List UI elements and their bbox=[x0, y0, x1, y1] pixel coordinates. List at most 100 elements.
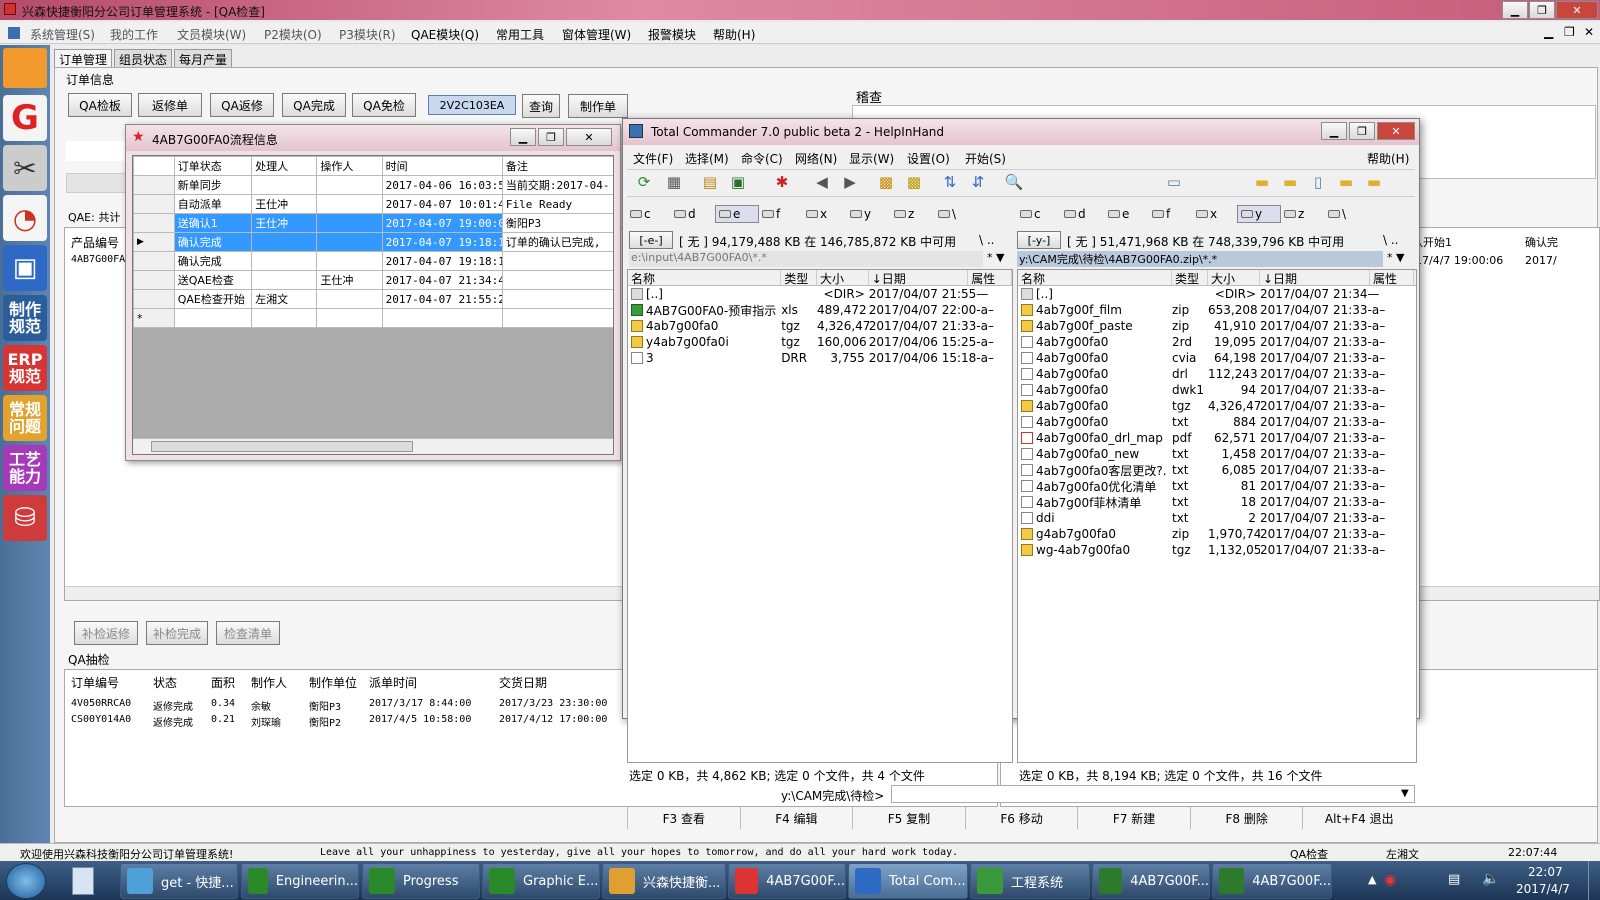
drive-button-z[interactable]: z bbox=[891, 205, 935, 223]
order-code-field[interactable]: 2V2C103EA bbox=[428, 95, 516, 115]
tab-0[interactable]: 订单管理 bbox=[54, 49, 113, 69]
show-desktop-button[interactable] bbox=[1588, 861, 1600, 900]
flow-cell[interactable]: 送确认1 bbox=[173, 213, 253, 233]
taskbar-item-7[interactable]: 工程系统 bbox=[970, 863, 1090, 899]
app-menu-icon[interactable] bbox=[8, 27, 20, 39]
file-row[interactable]: 4ab7g00fa0 2rd 19,095 2017/04/07 21:33-a– bbox=[1018, 334, 1416, 350]
file-row[interactable]: 4ab7g00fa0 cvia 64,198 2017/04/07 21:33-a– bbox=[1018, 350, 1416, 366]
unpack-icon[interactable]: ▩ bbox=[903, 173, 925, 193]
file-row[interactable]: 4ab7g00f_paste zip 41,910 2017/04/07 21:33-… bbox=[1018, 318, 1416, 334]
command-dropdown-icon[interactable]: ▼ bbox=[1401, 788, 1409, 799]
file-row[interactable]: 4ab7g00fa0 drl 112,243 2017/04/07 21:33-a– bbox=[1018, 366, 1416, 382]
drive-button-x[interactable]: x bbox=[1193, 205, 1237, 223]
flow-cell[interactable] bbox=[251, 232, 318, 252]
flow-cell[interactable]: 确认完成 bbox=[173, 251, 253, 271]
sidebar-item-1[interactable]: ERP规范 bbox=[3, 345, 47, 391]
menu-item-8[interactable]: 报警模块 bbox=[648, 26, 713, 43]
url-icon[interactable]: ⇵ bbox=[967, 173, 989, 193]
tc-close-button[interactable]: ✕ bbox=[1377, 122, 1415, 140]
menu-item-4[interactable]: P3模块(R) bbox=[339, 26, 411, 43]
file-row[interactable]: 4ab7g00fa0 tgz 4,326,4702017/04/07 21:33-a… bbox=[628, 318, 1012, 334]
tc-menu-item-6[interactable]: 开始(S) bbox=[965, 150, 1015, 167]
taskbar-item-6[interactable]: Total Com... bbox=[848, 863, 968, 899]
flow-cell[interactable]: 2017-04-07 21:55:20 bbox=[381, 289, 503, 309]
column-header-2[interactable]: 大小 bbox=[1208, 270, 1260, 285]
file-row[interactable]: g4ab7g00fa0 zip 1,970,7412017/04/07 21:33-… bbox=[1018, 526, 1416, 542]
taskbar-item-1[interactable]: Engineerin... bbox=[241, 863, 359, 899]
drive-button-x[interactable]: x bbox=[803, 205, 847, 223]
input-field-1[interactable] bbox=[66, 141, 126, 161]
flow-cell[interactable] bbox=[251, 270, 318, 290]
start-button[interactable] bbox=[6, 863, 46, 899]
save-icon[interactable]: ▣ bbox=[3, 245, 47, 291]
flow-col-header[interactable]: 时间 bbox=[381, 156, 503, 176]
tree-view-icon[interactable]: ▤ bbox=[699, 173, 721, 193]
flow-cell[interactable]: 送QAE检查 bbox=[173, 270, 253, 290]
folder-icon-2[interactable]: ▬ bbox=[1335, 173, 1357, 193]
column-header-2[interactable]: 大小 bbox=[817, 270, 869, 285]
flow-row[interactable]: ▶ 确认完成 2017-04-07 19:18:10 订单的确认已完成, bbox=[133, 232, 613, 252]
tc-minimize-button[interactable]: ▁ bbox=[1321, 122, 1347, 140]
left-path[interactable]: e:\input\4AB7G00FA0\*.* bbox=[629, 251, 983, 267]
flow-cell[interactable]: 2017-04-06 16:03:51 bbox=[381, 175, 503, 195]
sidebar-item-0[interactable]: 制作规范 bbox=[3, 295, 47, 341]
column-header-0[interactable]: 名称 bbox=[628, 270, 782, 285]
flow-cell[interactable] bbox=[501, 251, 613, 271]
file-row[interactable]: 4ab7g00f菲林清单 txt 18 2017/04/07 21:33-a– bbox=[1018, 494, 1416, 510]
make-button[interactable]: 制作单 bbox=[568, 94, 628, 118]
brief-view-icon[interactable]: ▦ bbox=[663, 173, 685, 193]
file-row[interactable]: 4ab7g00fa0 tgz 4,326,4702017/04/07 21:33-a… bbox=[1018, 398, 1416, 414]
flow-cell[interactable] bbox=[316, 251, 383, 271]
fkey-button-2[interactable]: F5 复制 bbox=[852, 807, 965, 829]
taskbar-item-9[interactable]: 4AB7G00F... bbox=[1212, 863, 1332, 899]
flow-row[interactable]: 送QAE检查 王仕冲 2017-04-07 21:34:47 bbox=[133, 270, 613, 290]
input-field-2[interactable] bbox=[66, 173, 126, 193]
column-header-4[interactable]: 属性 bbox=[1370, 270, 1414, 285]
file-row[interactable]: 4ab7g00fa0客层更改?. txt 6,085 2017/04/07 21:33… bbox=[1018, 462, 1416, 478]
database-icon[interactable]: ⛁ bbox=[3, 495, 47, 541]
file-row[interactable]: 4ab7g00fa0_drl_map pdf 62,571 2017/04/07 21… bbox=[1018, 430, 1416, 446]
flow-col-header[interactable]: 处理人 bbox=[251, 156, 318, 176]
flow-cell[interactable] bbox=[501, 289, 613, 309]
column-header-3[interactable]: ↓日期 bbox=[869, 270, 969, 285]
fkey-button-1[interactable]: F4 编辑 bbox=[739, 807, 853, 829]
tc-help-menu[interactable]: 帮助(H) bbox=[1367, 150, 1409, 167]
column-header-1[interactable]: 类型 bbox=[1172, 270, 1208, 285]
file-row[interactable]: [..] <DIR> 2017/04/07 21:55— bbox=[628, 286, 1012, 302]
flow-col-header[interactable]: 订单状态 bbox=[173, 156, 253, 176]
left-drive-select[interactable]: [-e-] bbox=[629, 231, 673, 249]
order-toolbar-button-3[interactable]: QA完成 bbox=[282, 93, 346, 117]
taskbar-item-0[interactable]: get - 快捷... bbox=[120, 863, 238, 899]
flow-new-row[interactable]: * bbox=[133, 308, 613, 328]
file-row[interactable]: 4ab7g00fa0优化清单 txt 81 2017/04/07 21:33-a– bbox=[1018, 478, 1416, 494]
column-header-1[interactable]: 类型 bbox=[781, 270, 818, 285]
menu-item-2[interactable]: 文员模块(W) bbox=[177, 26, 264, 43]
fkey-button-0[interactable]: F3 查看 bbox=[627, 807, 740, 829]
fkey-button-5[interactable]: F8 删除 bbox=[1189, 807, 1303, 829]
flow-cell[interactable]: 2017-04-07 21:34:47 bbox=[381, 270, 503, 290]
folder-icon-3[interactable]: ▬ bbox=[1363, 173, 1385, 193]
flow-minimize-button[interactable]: ▁ bbox=[510, 128, 536, 146]
checklist-button[interactable]: 检查清单 bbox=[216, 621, 280, 645]
notepad-icon[interactable]: ▭ bbox=[1163, 173, 1185, 193]
drive-button-d[interactable]: d bbox=[1061, 205, 1105, 223]
flow-cell[interactable] bbox=[501, 270, 613, 290]
menu-item-6[interactable]: 常用工具 bbox=[496, 26, 562, 43]
menu-item-9[interactable]: 帮助(H) bbox=[713, 26, 773, 43]
flow-row[interactable]: QAE检查开始 左湘文 2017-04-07 21:55:20 bbox=[133, 289, 613, 309]
flow-cell[interactable]: 衡阳P3 bbox=[501, 213, 613, 233]
drive-button-root[interactable]: \ bbox=[935, 205, 975, 223]
minimize-button[interactable]: ▁ bbox=[1502, 1, 1528, 19]
drive-button-y[interactable]: y bbox=[1237, 205, 1281, 223]
left-root-button[interactable]: \ .. bbox=[979, 233, 995, 247]
mdi-minimize-icon[interactable]: ▁ bbox=[1544, 25, 1553, 39]
order-toolbar-button-1[interactable]: 返修单 bbox=[138, 93, 202, 117]
forward-icon[interactable]: ▶ bbox=[839, 173, 861, 193]
flow-hscrollbar[interactable] bbox=[133, 438, 613, 454]
order-toolbar-button-4[interactable]: QA免检 bbox=[352, 93, 416, 117]
fkey-button-3[interactable]: F6 移动 bbox=[964, 807, 1078, 829]
flow-cell[interactable]: 新单同步 bbox=[173, 175, 253, 195]
column-header-0[interactable]: 名称 bbox=[1018, 270, 1172, 285]
menu-item-5[interactable]: QAE模块(Q) bbox=[411, 26, 496, 43]
close-button[interactable]: ✕ bbox=[1556, 1, 1598, 19]
